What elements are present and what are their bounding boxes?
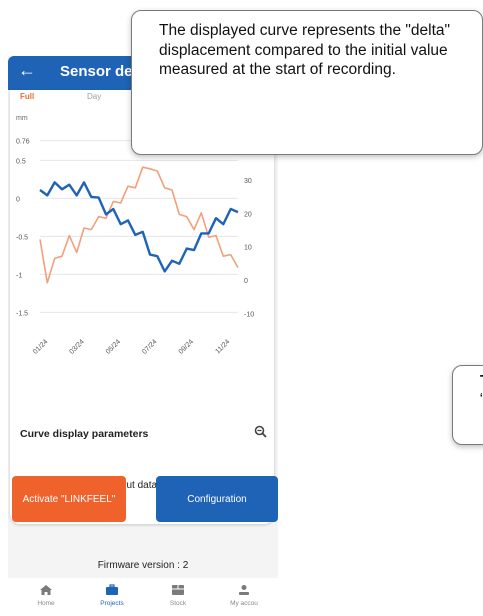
left-tick-label: 0.5 (16, 158, 26, 165)
right-tick-label: -10 (244, 311, 254, 318)
configuration-button[interactable]: Configuration (156, 476, 278, 522)
left-tick-label: 0 (16, 196, 20, 203)
briefcase-icon (106, 584, 118, 595)
series-line-delta (39, 181, 239, 273)
bottom-nav: Home Projects Stock My accou (8, 578, 278, 616)
x-tick-label: 07/24 (141, 338, 158, 355)
nav-projects[interactable]: Projects (82, 584, 142, 607)
info-callout-2: T “ (452, 365, 483, 445)
right-tick-label: 0 (244, 278, 248, 285)
callout-text: The displayed curve represents the "delt… (159, 22, 451, 78)
left-tick-label: -1 (16, 272, 22, 279)
activate-linkfeel-button[interactable]: Activate "LINKFEEL" (12, 476, 126, 522)
nav-my-account[interactable]: My accou (214, 584, 274, 607)
chart-card: Full Day mm0.760.50-0.5-1-1.5403020100-1… (10, 90, 274, 524)
nav-home[interactable]: Home (16, 584, 76, 607)
right-tick-label: 10 (244, 245, 252, 252)
user-icon (239, 585, 249, 595)
tab-full[interactable]: Full (20, 92, 34, 101)
home-icon (40, 585, 52, 595)
curve-params-title: Curve display parameters (20, 428, 149, 440)
right-tick-label: 30 (244, 178, 252, 185)
arrow-left-icon[interactable]: ← (18, 60, 36, 81)
x-tick-label: 01/24 (32, 338, 49, 355)
x-tick-label: 05/24 (105, 338, 122, 355)
right-tick-label: 20 (244, 211, 252, 218)
left-tick-label: 0.76 (16, 139, 30, 146)
page-title: Sensor de (60, 63, 133, 80)
left-axis-unit: mm (16, 115, 28, 122)
nav-stock-label: Stock (169, 600, 187, 607)
x-tick-label: 09/24 (178, 338, 195, 355)
info-callout: The displayed curve represents the "delt… (131, 10, 483, 155)
nav-stock[interactable]: Stock (148, 584, 208, 607)
tab-day[interactable]: Day (87, 92, 101, 101)
nav-home-label: Home (37, 600, 55, 607)
x-tick-label: 11/24 (214, 338, 231, 355)
firmware-version: Firmware version : 2 (97, 560, 189, 571)
box-icon (172, 585, 184, 595)
nav-my-account-label: My accou (230, 600, 258, 607)
left-tick-label: -0.5 (16, 234, 28, 241)
x-tick-label: 03/24 (68, 338, 85, 355)
left-tick-label: -1.5 (16, 310, 28, 317)
nav-projects-label: Projects (100, 600, 124, 607)
zoom-out-icon[interactable] (254, 425, 267, 443)
